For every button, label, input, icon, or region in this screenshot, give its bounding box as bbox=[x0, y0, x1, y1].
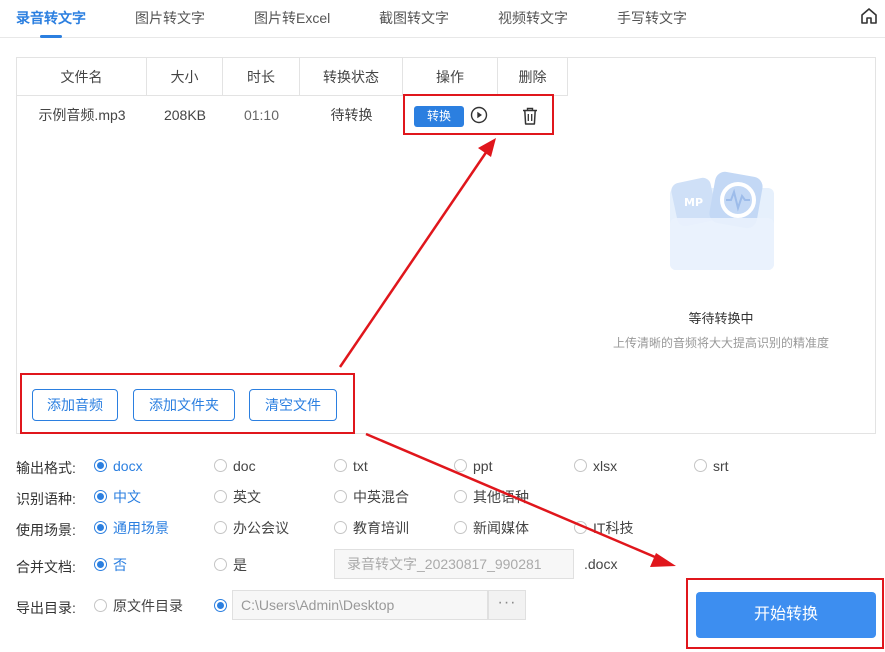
scene-option-education[interactable]: 教育培训 bbox=[334, 519, 409, 537]
scene-option-label: 办公会议 bbox=[233, 520, 289, 536]
column-header-filename: 文件名 bbox=[17, 58, 147, 96]
radio-icon bbox=[94, 599, 107, 612]
format-option-label: xlsx bbox=[593, 458, 618, 474]
play-icon[interactable] bbox=[470, 106, 488, 124]
column-header-status: 转换状态 bbox=[300, 58, 403, 96]
format-option-xlsx[interactable]: xlsx bbox=[574, 457, 617, 475]
language-option-label: 中文 bbox=[113, 489, 141, 505]
export-label: 导出目录: bbox=[16, 600, 76, 616]
file-status: 待转换 bbox=[330, 107, 373, 123]
merge-option-no[interactable]: 否 bbox=[94, 556, 127, 574]
status-subtitle: 上传清晰的音频将大大提高识别的精准度 bbox=[612, 336, 829, 350]
audio-file-illustration: MP bbox=[670, 171, 774, 270]
merged-filename-field[interactable] bbox=[334, 549, 574, 579]
scene-option-it[interactable]: IT科技 bbox=[574, 519, 633, 537]
language-option-other[interactable]: 其他语种 bbox=[454, 488, 529, 506]
merge-label: 合并文档: bbox=[16, 559, 76, 575]
radio-selected-icon bbox=[94, 459, 107, 472]
tab-video-to-text[interactable]: 视频转文字 bbox=[498, 0, 568, 38]
tab-screenshot-to-text[interactable]: 截图转文字 bbox=[379, 0, 449, 38]
scene-option-label: 新闻媒体 bbox=[473, 520, 529, 536]
format-option-txt[interactable]: txt bbox=[334, 457, 368, 475]
file-size: 208KB bbox=[163, 107, 207, 123]
radio-selected-icon bbox=[214, 599, 227, 612]
arrowhead-icon bbox=[650, 553, 676, 567]
scene-option-news[interactable]: 新闻媒体 bbox=[454, 519, 529, 537]
export-option-label: 原文件目录 bbox=[113, 598, 183, 614]
language-option-mixed[interactable]: 中英混合 bbox=[334, 488, 409, 506]
scene-option-label: 教育培训 bbox=[353, 520, 409, 536]
trash-icon[interactable] bbox=[521, 106, 539, 126]
format-option-doc[interactable]: doc bbox=[214, 457, 256, 475]
column-header-delete: 删除 bbox=[498, 58, 568, 96]
format-option-label: srt bbox=[713, 458, 729, 474]
format-option-ppt[interactable]: ppt bbox=[454, 457, 492, 475]
filename-suffix: .docx bbox=[584, 556, 618, 572]
scene-label: 使用场景: bbox=[16, 522, 76, 538]
format-option-label: docx bbox=[113, 458, 143, 474]
radio-icon bbox=[334, 521, 347, 534]
add-audio-button[interactable]: 添加音频 bbox=[32, 389, 118, 421]
radio-selected-icon bbox=[94, 490, 107, 503]
file-duration: 01:10 bbox=[243, 107, 280, 123]
language-option-chinese[interactable]: 中文 bbox=[94, 488, 141, 506]
format-option-srt[interactable]: srt bbox=[694, 457, 729, 475]
tab-audio-to-text[interactable]: 录音转文字 bbox=[16, 0, 86, 38]
home-icon[interactable] bbox=[859, 6, 879, 26]
radio-icon bbox=[334, 490, 347, 503]
tab-image-to-excel[interactable]: 图片转Excel bbox=[254, 0, 330, 38]
export-option-custom-dir[interactable] bbox=[214, 597, 233, 615]
format-option-label: txt bbox=[353, 458, 368, 474]
status-title: 等待转换中 bbox=[688, 311, 754, 326]
format-option-label: doc bbox=[233, 458, 256, 474]
radio-icon bbox=[334, 459, 347, 472]
language-label: 识别语种: bbox=[16, 491, 76, 507]
tab-handwriting-to-text[interactable]: 手写转文字 bbox=[617, 0, 687, 38]
format-label: 输出格式: bbox=[16, 460, 76, 476]
language-option-english[interactable]: 英文 bbox=[214, 488, 261, 506]
export-option-source-dir[interactable]: 原文件目录 bbox=[94, 597, 183, 615]
column-header-duration: 时长 bbox=[223, 58, 300, 96]
scene-option-meeting[interactable]: 办公会议 bbox=[214, 519, 289, 537]
language-option-label: 英文 bbox=[233, 489, 261, 505]
merge-option-yes[interactable]: 是 bbox=[214, 556, 247, 574]
start-convert-button[interactable]: 开始转换 bbox=[696, 592, 876, 638]
tab-bar: 录音转文字 图片转文字 图片转Excel 截图转文字 视频转文字 手写转文字 bbox=[0, 0, 885, 38]
scene-option-general[interactable]: 通用场景 bbox=[94, 519, 169, 537]
illustration-label: MP bbox=[684, 196, 703, 209]
status-panel: MP 等待转换中 上传清晰的音频将大大提高识别的精准度 bbox=[568, 57, 876, 434]
scene-option-label: IT科技 bbox=[593, 520, 634, 536]
radio-icon bbox=[214, 521, 227, 534]
radio-icon bbox=[454, 521, 467, 534]
tab-image-to-text[interactable]: 图片转文字 bbox=[135, 0, 205, 38]
browse-directory-button[interactable]: ··· bbox=[488, 590, 526, 620]
table-header: 文件名 大小 时长 转换状态 操作 删除 bbox=[17, 58, 568, 96]
add-folder-button[interactable]: 添加文件夹 bbox=[133, 389, 235, 421]
radio-icon bbox=[574, 521, 587, 534]
radio-icon bbox=[694, 459, 707, 472]
file-list-panel: 文件名 大小 时长 转换状态 操作 删除 示例音频.mp3 208KB 01:1… bbox=[16, 57, 569, 434]
export-path-field[interactable] bbox=[232, 590, 488, 620]
column-header-size: 大小 bbox=[147, 58, 223, 96]
clear-files-button[interactable]: 清空文件 bbox=[249, 389, 337, 421]
radio-icon bbox=[454, 459, 467, 472]
format-option-label: ppt bbox=[473, 458, 493, 474]
radio-icon bbox=[574, 459, 587, 472]
scene-option-label: 通用场景 bbox=[113, 520, 169, 536]
merge-option-label: 是 bbox=[233, 557, 247, 573]
language-option-label: 其他语种 bbox=[473, 489, 529, 505]
merge-option-label: 否 bbox=[113, 557, 127, 573]
format-option-docx[interactable]: docx bbox=[94, 457, 143, 475]
convert-button[interactable]: 转换 bbox=[414, 106, 464, 127]
radio-icon bbox=[454, 490, 467, 503]
radio-icon bbox=[214, 558, 227, 571]
radio-icon bbox=[214, 490, 227, 503]
language-option-label: 中英混合 bbox=[353, 489, 409, 505]
column-header-action: 操作 bbox=[403, 58, 498, 96]
file-name: 示例音频.mp3 bbox=[38, 107, 126, 123]
radio-selected-icon bbox=[94, 521, 107, 534]
radio-selected-icon bbox=[94, 558, 107, 571]
radio-icon bbox=[214, 459, 227, 472]
